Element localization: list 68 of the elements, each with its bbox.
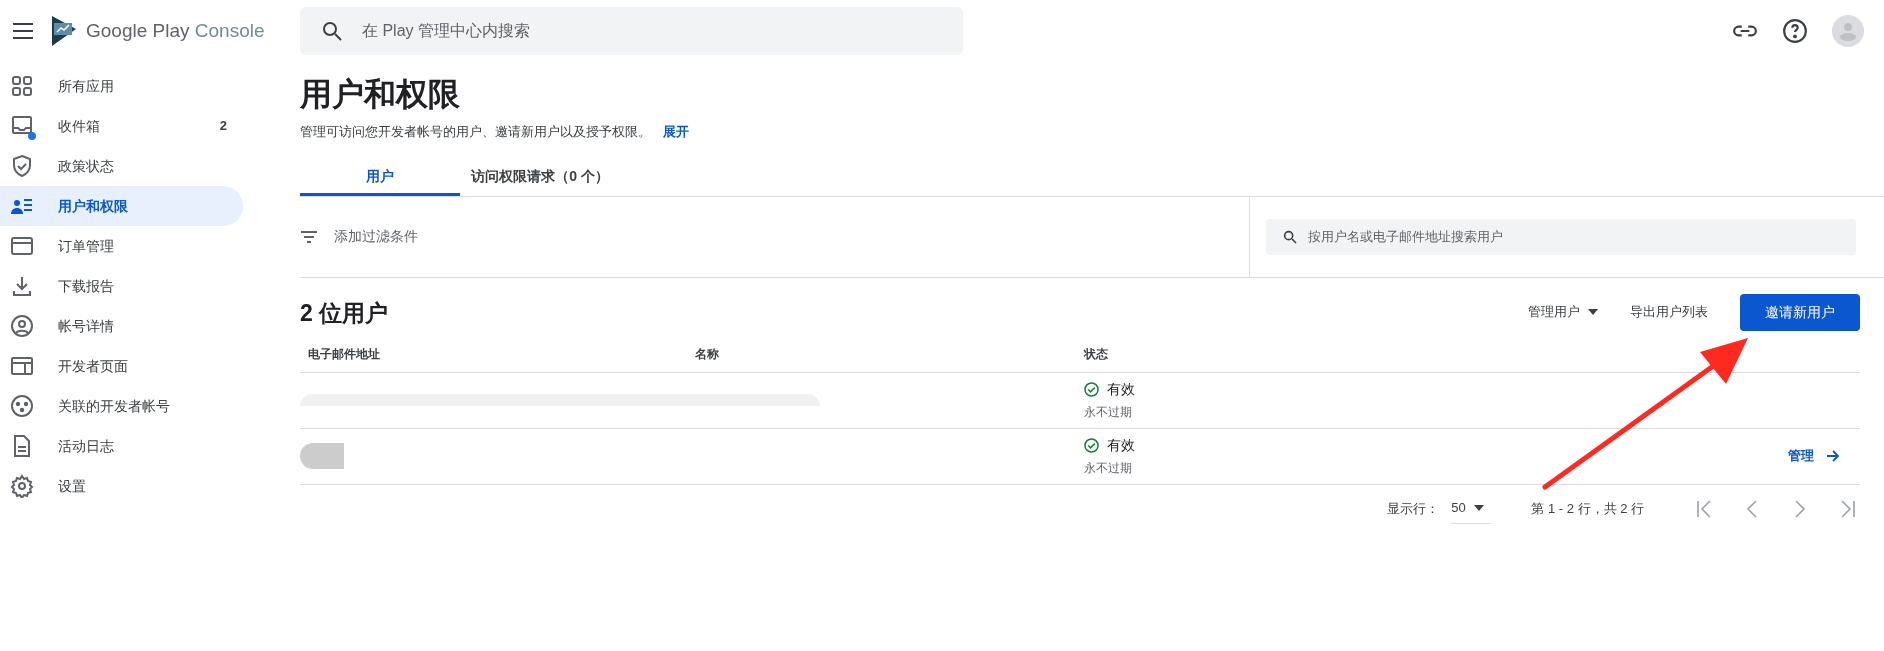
page-title: 用户和权限 (300, 75, 461, 114)
nav-item[interactable]: 所有应用 (0, 66, 243, 106)
unread-count: 2 (219, 117, 227, 136)
user-search-field[interactable]: 按用户名或电子邮件地址搜索用户 (1266, 218, 1856, 255)
nav-label: 下载报告 (58, 276, 115, 296)
rows-per-page-select[interactable]: 50 (1451, 493, 1492, 524)
menu-icon[interactable] (12, 22, 34, 40)
nav-label: 收件箱 (58, 116, 101, 136)
rows-per-page-label: 显示行： (1387, 499, 1440, 518)
expand-link[interactable]: 展开 (663, 122, 689, 142)
nav-item[interactable]: 收件箱 2 (0, 106, 243, 146)
grid-icon (10, 74, 34, 98)
page-range: 第 1 - 2 行，共 2 行 (1531, 499, 1644, 518)
nav-item[interactable]: 用户和权限 (0, 186, 243, 226)
nav-label: 设置 (58, 476, 87, 496)
account-icon (10, 314, 34, 338)
expiry-text: 永不过期 (1084, 404, 1133, 421)
nav-item[interactable]: 设置 (0, 466, 243, 506)
manage-link[interactable]: 管理 (1788, 446, 1840, 466)
arrow-right-icon (1826, 450, 1840, 462)
nav-label: 政策状态 (58, 156, 115, 176)
nav-item[interactable]: 订单管理 (0, 226, 243, 266)
nav-item[interactable]: 下载报告 (0, 266, 243, 306)
nav-label: 用户和权限 (58, 196, 129, 216)
search-field[interactable]: 在 Play 管理中心内搜索 (300, 7, 963, 55)
nav-item[interactable]: 关联的开发者帐号 (0, 386, 243, 426)
page-description: 管理可访问您开发者帐号的用户、邀请新用户以及授予权限。 (300, 123, 651, 141)
status-text: 有效 (1107, 436, 1135, 455)
redaction-mark (300, 443, 344, 469)
column-header: 状态 (1084, 347, 1108, 361)
app-title: Google Play Console (86, 18, 265, 43)
column-header: 名称 (695, 347, 719, 361)
nav-item[interactable]: 帐号详情 (0, 306, 243, 346)
check-circle-icon (1084, 382, 1099, 397)
caret-icon (1473, 505, 1484, 511)
card-icon (10, 234, 34, 258)
nav-label: 关联的开发者帐号 (58, 396, 171, 416)
download-icon (10, 274, 34, 298)
nav-label: 所有应用 (58, 76, 115, 96)
help-icon[interactable] (1782, 18, 1808, 44)
manage-users-menu[interactable]: 管理用户 (1528, 302, 1598, 322)
avatar-icon[interactable] (1832, 15, 1864, 47)
search-icon (320, 19, 344, 43)
expiry-text: 永不过期 (1084, 460, 1133, 477)
nav-item[interactable]: 活动日志 (0, 426, 243, 466)
settings-icon (10, 474, 34, 498)
filter-icon[interactable] (300, 229, 318, 244)
user-count-title: 2 位用户 (300, 299, 389, 328)
nav-item[interactable]: 政策状态 (0, 146, 243, 186)
nav-label: 开发者页面 (58, 356, 129, 376)
web-page-icon (10, 354, 34, 378)
status-text: 有效 (1107, 380, 1135, 399)
check-circle-icon (1084, 438, 1099, 453)
play-console-logo-icon (50, 15, 78, 47)
tab[interactable]: 访问权限请求（0 个） (460, 159, 620, 196)
invite-button[interactable]: 邀请新用户 (1740, 293, 1860, 331)
caret-icon (1588, 309, 1598, 315)
linked-circles-icon (10, 394, 34, 418)
shield-icon (10, 154, 34, 178)
export-button[interactable]: 导出用户列表 (1630, 302, 1708, 322)
tab[interactable]: 用户 (300, 159, 460, 196)
add-filter-button[interactable]: 添加过滤条件 (334, 226, 418, 247)
nav-label: 帐号详情 (58, 316, 115, 336)
search-icon (1282, 228, 1298, 245)
nav-item[interactable]: 开发者页面 (0, 346, 243, 386)
column-header: 电子邮件地址 (308, 347, 380, 361)
nav-label: 订单管理 (58, 236, 115, 256)
nav-label: 活动日志 (58, 436, 115, 456)
